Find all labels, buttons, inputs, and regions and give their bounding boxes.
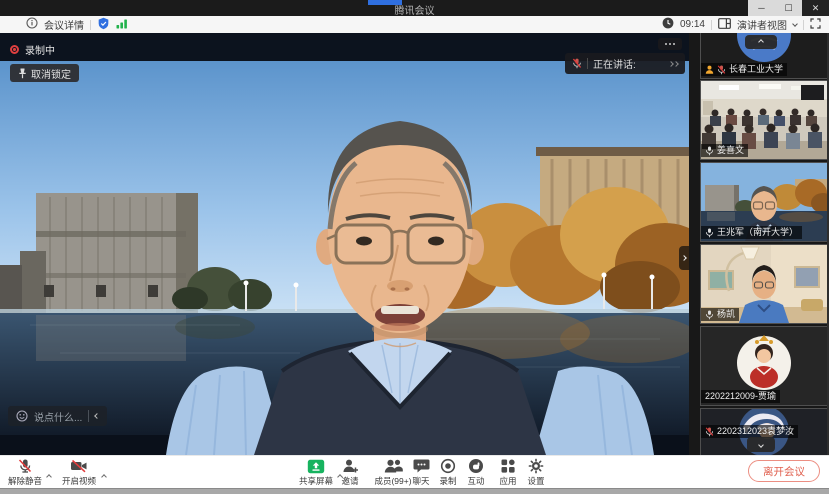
window-title: 腾讯会议	[0, 2, 829, 17]
more-options-icon[interactable]	[658, 38, 682, 50]
mic-muted-icon	[17, 458, 33, 474]
start-video-button[interactable]: 开启视频	[56, 458, 102, 487]
main-video[interactable]: 录制中 取消锁定 正在讲话: 说点什么...	[0, 33, 689, 455]
chat-icon	[413, 458, 430, 474]
bottom-edge-strip	[0, 488, 829, 494]
mic-muted-icon	[705, 427, 714, 437]
mic-on-icon	[705, 310, 714, 320]
chevron-down-icon[interactable]	[792, 21, 798, 27]
participant-name-label: 王兆军（南开大学）	[701, 226, 802, 239]
shield-icon[interactable]	[97, 17, 110, 33]
invite-button[interactable]: 邀请	[331, 458, 369, 487]
hand-raised-icon	[705, 65, 714, 74]
pin-icon	[18, 68, 27, 79]
participant-tile[interactable]: 姜喜文	[700, 80, 828, 160]
participant-name-label: 姜喜文	[701, 144, 748, 157]
participant-name-label: 长春工业大学	[701, 63, 787, 76]
interact-icon	[468, 458, 484, 474]
unpin-button[interactable]: 取消锁定	[10, 64, 79, 82]
record-icon	[440, 458, 456, 474]
view-mode-selector[interactable]: 演讲者视图	[737, 17, 787, 32]
apps-icon	[500, 458, 516, 474]
unmute-button[interactable]: 解除静音	[2, 458, 48, 487]
collapse-down-button[interactable]	[747, 437, 775, 452]
mic-on-icon	[705, 146, 714, 156]
chat-placeholder: 说点什么...	[34, 409, 82, 424]
speaking-indicator: 正在讲话:	[565, 53, 685, 74]
invite-icon	[342, 458, 359, 474]
mic-options-chevron[interactable]	[47, 466, 51, 484]
meeting-details-link[interactable]: 会议详情	[44, 17, 84, 32]
bottom-toolbar: 解除静音 开启视频 共享屏幕 邀请 成员(99+) 聊天 录制	[0, 455, 829, 487]
camera-off-icon	[70, 458, 88, 474]
share-screen-icon	[307, 458, 325, 474]
meeting-info-bar: 会议详情 09:14 演讲者视图	[0, 16, 829, 33]
chat-input[interactable]: 说点什么...	[8, 406, 107, 426]
record-dot-icon	[10, 45, 19, 54]
minimize-button[interactable]: ─	[748, 0, 775, 16]
collapse-left-icon[interactable]	[95, 413, 101, 419]
mic-muted-icon	[717, 65, 726, 75]
mic-on-icon	[705, 228, 714, 238]
participant-tile[interactable]: 王兆军（南开大学）	[700, 162, 828, 242]
smiley-icon	[16, 410, 28, 422]
maximize-button[interactable]: ☐	[775, 0, 802, 16]
next-page-arrow[interactable]	[679, 246, 689, 270]
participant-tile[interactable]: 长春工业大学	[700, 33, 828, 79]
leave-meeting-button[interactable]: 离开会议	[748, 460, 820, 482]
virtual-background-campus	[0, 33, 689, 455]
settings-button[interactable]: 设置	[517, 458, 555, 487]
participants-sidebar: 长春工业大学 姜喜文	[689, 33, 829, 455]
clock-icon	[662, 17, 674, 32]
settings-icon	[528, 458, 544, 474]
close-button[interactable]: ✕	[802, 0, 829, 16]
video-options-chevron[interactable]	[102, 466, 106, 484]
signal-icon[interactable]	[116, 18, 128, 32]
participant-name-label: 杨凯	[701, 308, 739, 321]
collapse-up-button[interactable]	[745, 35, 777, 49]
view-layout-icon	[718, 18, 731, 32]
tencent-meeting-window: 腾讯会议 ─ ☐ ✕ 会议详情 09:14 演讲者视图	[0, 0, 829, 494]
participant-name-label: 2202212009-贾瑜	[701, 390, 780, 403]
participant-tile[interactable]: 2202212009-贾瑜	[700, 326, 828, 406]
members-icon	[384, 458, 403, 474]
title-bar: 腾讯会议 ─ ☐ ✕	[0, 0, 829, 16]
meeting-timer: 09:14	[680, 19, 705, 30]
info-icon	[26, 17, 38, 32]
double-chevron-icon	[669, 62, 678, 66]
fullscreen-icon[interactable]	[810, 18, 821, 32]
recording-indicator: 录制中	[10, 42, 55, 57]
participant-tile[interactable]: 杨凯	[700, 244, 828, 324]
mic-muted-icon	[572, 58, 582, 69]
window-controls: ─ ☐ ✕	[748, 0, 829, 16]
